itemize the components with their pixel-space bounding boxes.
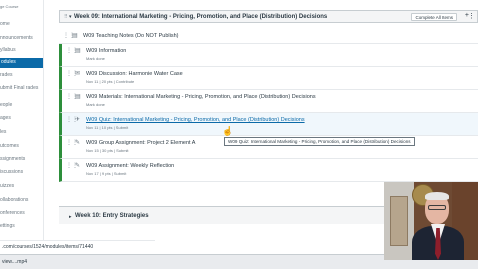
- document-icon: ▤: [75, 94, 81, 100]
- sidebar-divider: [43, 0, 53, 240]
- course-navigation: ge Course ome nnouncements yllabus odules ra…: [0, 0, 43, 240]
- module-item-details: Nov 17 | 9 pts | Submit: [86, 171, 127, 176]
- sidebar-nav-item[interactable]: uizzes: [0, 182, 43, 192]
- discussion-icon: ✉: [75, 71, 81, 77]
- webcam-door: [390, 196, 408, 246]
- course-title: ge Course: [0, 4, 19, 9]
- drag-handle-icon[interactable]: ⠿: [64, 14, 68, 20]
- module-options-kebab-icon[interactable]: ⋮: [468, 12, 475, 20]
- status-url: .com/courses/1524/modules/items/71440: [2, 244, 94, 250]
- sidebar-nav-item[interactable]: utcomes: [0, 142, 43, 152]
- module-item-title[interactable]: W09 Group Assignment: Project 2 Element …: [86, 140, 195, 146]
- sidebar-nav-item[interactable]: rades: [0, 71, 43, 81]
- module-item-title[interactable]: W09 Materials: International Marketing -…: [86, 94, 316, 100]
- download-item[interactable]: view....mp4: [2, 259, 27, 265]
- module-item[interactable]: ⋮⋮ ✉ W09 Discussion: Harmonie Water Case No…: [59, 67, 478, 90]
- sidebar-nav-item[interactable]: ages: [0, 114, 43, 124]
- presenter-glasses: [428, 205, 446, 210]
- module-header-week-09[interactable]: ⠿ ▾ Week 09: International Marketing - P…: [59, 10, 478, 23]
- module-item-title[interactable]: W09 Information: [86, 48, 126, 54]
- document-icon: ▤: [75, 48, 81, 54]
- presenter-webcam: [384, 182, 478, 260]
- module-item[interactable]: ⋮⋮ ▤ W09 Materials: International Marketin…: [59, 90, 478, 113]
- module-item[interactable]: ⋮⋮ ▤ W09 Information Mark done: [59, 44, 478, 67]
- sidebar-nav-item[interactable]: iscussions: [0, 168, 43, 178]
- module-title[interactable]: Week 10: Entry Strategies: [75, 213, 149, 219]
- module-item-details: Nov 11 | 10 pts | Submit: [86, 125, 129, 130]
- complete-all-items-button[interactable]: Complete All Items: [411, 13, 457, 21]
- module-item-details: Nov 15 | 30 pts | Submit: [86, 148, 129, 153]
- sidebar-nav-item[interactable]: yllabus: [0, 46, 43, 56]
- module-item-details: Mark done: [86, 102, 105, 107]
- sidebar-nav-item[interactable]: odules: [0, 58, 43, 68]
- sidebar-nav-item[interactable]: les: [0, 128, 43, 138]
- module-item[interactable]: ⋮⋮ ✈ W09 Quiz: International Marketing - P…: [59, 113, 478, 136]
- module-item-title[interactable]: W09 Discussion: Harmonie Water Case: [86, 71, 183, 77]
- module-item-title[interactable]: W09 Quiz: International Marketing - Pric…: [86, 117, 305, 123]
- sidebar-nav-item[interactable]: onferences: [0, 209, 43, 219]
- sidebar-nav-item[interactable]: ssignments: [0, 155, 43, 165]
- module-item-title[interactable]: W09 Assignment: Weekly Reflection: [86, 163, 174, 169]
- browser-status-bar: .com/courses/1524/modules/items/71440: [0, 240, 155, 254]
- sidebar-nav-item[interactable]: ubmit Final rades: [0, 84, 43, 98]
- document-icon: ▤: [72, 33, 78, 39]
- link-tooltip: W09 Quiz: International Marketing - Pric…: [224, 137, 415, 146]
- sidebar-nav-item[interactable]: ome: [0, 20, 43, 30]
- pointer-hand-icon: ☝: [222, 126, 234, 136]
- sidebar-nav-item[interactable]: ettings: [0, 222, 43, 232]
- assignment-icon: ✎: [75, 140, 81, 146]
- expand-caret-icon[interactable]: ▸: [69, 214, 72, 220]
- module-title[interactable]: Week 09: International Marketing - Prici…: [74, 14, 327, 20]
- quiz-icon: ✈: [75, 117, 81, 123]
- collapse-caret-icon[interactable]: ▾: [69, 14, 72, 20]
- module-item[interactable]: ⋮⋮ ▤ W09 Teaching Notes (Do NOT Publish): [59, 28, 478, 44]
- assignment-icon: ✎: [75, 163, 81, 169]
- module-item-details: Nov 11 | 20 pts | Contribute: [86, 79, 135, 84]
- sidebar-nav-item[interactable]: nnouncements: [0, 34, 43, 44]
- module-item-title[interactable]: W09 Teaching Notes (Do NOT Publish): [83, 33, 178, 39]
- presenter-hair: [425, 192, 449, 200]
- sidebar-nav-item[interactable]: eople: [0, 101, 43, 111]
- module-item[interactable]: ⋮⋮ ✎ W09 Assignment: Weekly Reflection Nov …: [59, 159, 478, 182]
- sidebar-nav-item[interactable]: ollaborations: [0, 196, 43, 206]
- module-item-details: Mark done: [86, 56, 105, 61]
